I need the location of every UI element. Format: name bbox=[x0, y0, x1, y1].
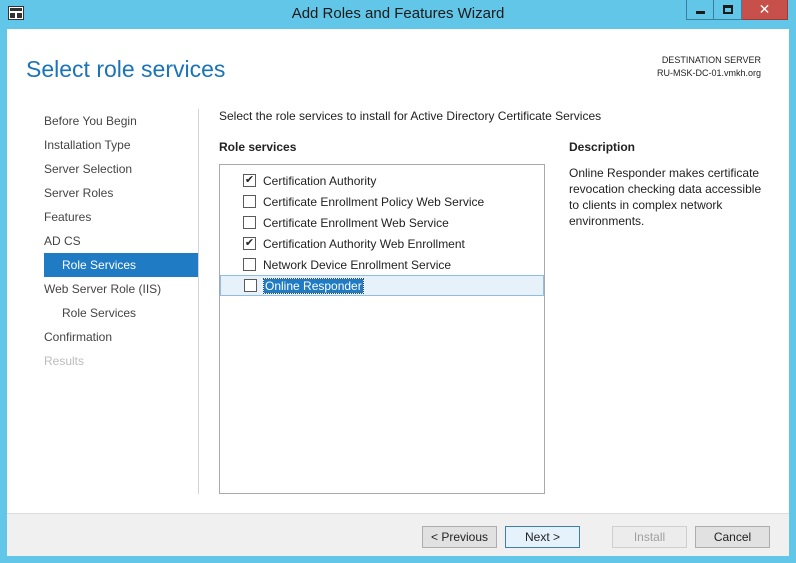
role-service-checkbox[interactable] bbox=[243, 216, 256, 229]
page-title: Select role services bbox=[26, 56, 226, 82]
wizard-nav: Before You Begin Installation Type Serve… bbox=[44, 109, 198, 373]
role-services-list[interactable]: ✔ Certification Authority Certificate En… bbox=[219, 164, 545, 494]
role-service-label: Certificate Enrollment Policy Web Servic… bbox=[263, 194, 485, 209]
close-icon: ✕ bbox=[758, 1, 771, 17]
nav-item-results: Results bbox=[44, 354, 85, 368]
cancel-button[interactable]: Cancel bbox=[695, 526, 770, 548]
next-button[interactable]: Next > bbox=[505, 526, 580, 548]
nav-item-confirmation[interactable]: Confirmation bbox=[44, 325, 198, 349]
minimize-icon bbox=[696, 11, 705, 14]
window-controls: ✕ bbox=[686, 0, 788, 20]
maximize-button[interactable] bbox=[714, 0, 742, 20]
wizard-footer: < Previous Next > Install Cancel bbox=[7, 513, 789, 556]
nav-item-ad-cs[interactable]: AD CS bbox=[44, 229, 198, 253]
role-service-label: Certificate Enrollment Web Service bbox=[263, 215, 449, 230]
wizard-content: Select role services DESTINATION SERVER … bbox=[7, 29, 789, 556]
close-button[interactable]: ✕ bbox=[742, 0, 788, 20]
nav-item-server-roles[interactable]: Server Roles bbox=[44, 181, 198, 205]
role-service-checkbox[interactable]: ✔ bbox=[243, 174, 256, 187]
role-service-label: Certification Authority Web Enrollment bbox=[263, 236, 465, 251]
wizard-window: Add Roles and Features Wizard ✕ Select r… bbox=[0, 0, 796, 563]
install-button: Install bbox=[612, 526, 687, 548]
role-service-row[interactable]: ✔ Certification Authority Web Enrollment bbox=[220, 233, 544, 254]
window-title: Add Roles and Features Wizard bbox=[291, 5, 505, 22]
previous-button[interactable]: < Previous bbox=[422, 526, 497, 548]
nav-item-server-selection[interactable]: Server Selection bbox=[44, 157, 198, 181]
role-service-row[interactable]: Network Device Enrollment Service bbox=[220, 254, 544, 275]
role-service-label: Certification Authority bbox=[263, 173, 377, 188]
role-service-checkbox[interactable] bbox=[243, 258, 256, 271]
description-heading: Description bbox=[569, 140, 636, 154]
role-service-row-selected[interactable]: Online Responder bbox=[220, 275, 544, 296]
nav-item-features[interactable]: Features bbox=[44, 205, 198, 229]
nav-item-before-you-begin[interactable]: Before You Begin bbox=[44, 109, 198, 133]
minimize-button[interactable] bbox=[686, 0, 714, 20]
nav-item-installation-type[interactable]: Installation Type bbox=[44, 133, 198, 157]
role-service-row[interactable]: ✔ Certification Authority bbox=[220, 170, 544, 191]
role-service-row[interactable]: Certificate Enrollment Web Service bbox=[220, 212, 544, 233]
role-service-checkbox[interactable] bbox=[243, 195, 256, 208]
nav-item-web-server-role[interactable]: Web Server Role (IIS) bbox=[44, 277, 198, 301]
instruction-text: Select the role services to install for … bbox=[219, 109, 602, 123]
nav-item-iis-role-services[interactable]: Role Services bbox=[44, 301, 198, 325]
nav-item-ad-cs-role-services[interactable]: Role Services bbox=[44, 253, 198, 277]
role-service-checkbox[interactable] bbox=[244, 279, 257, 292]
role-service-label: Network Device Enrollment Service bbox=[263, 257, 452, 272]
role-service-label: Online Responder bbox=[263, 277, 364, 294]
role-service-row[interactable]: Certificate Enrollment Policy Web Servic… bbox=[220, 191, 544, 212]
maximize-icon bbox=[723, 5, 733, 14]
destination-server-label: DESTINATION SERVER bbox=[661, 55, 761, 65]
description-text: Online Responder makes certificate revoc… bbox=[569, 166, 762, 228]
nav-divider bbox=[198, 109, 199, 494]
role-services-heading: Role services bbox=[219, 140, 297, 154]
destination-server-name: RU-MSK-DC-01.vmkh.org bbox=[656, 68, 761, 78]
role-service-checkbox[interactable]: ✔ bbox=[243, 237, 256, 250]
title-bar[interactable]: Add Roles and Features Wizard ✕ bbox=[0, 0, 796, 28]
